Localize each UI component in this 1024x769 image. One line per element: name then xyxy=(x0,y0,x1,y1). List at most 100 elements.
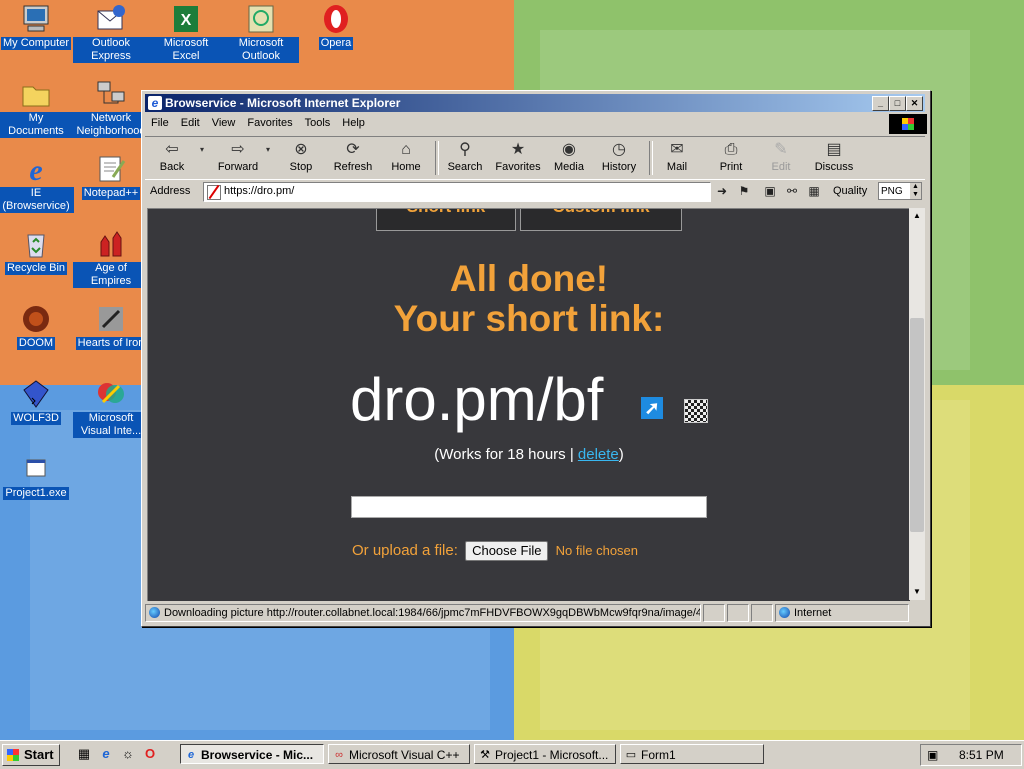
start-button[interactable]: Start xyxy=(2,744,60,766)
url-textarea[interactable] xyxy=(351,496,707,518)
favorites-button[interactable]: ★ Favorites xyxy=(491,139,545,177)
menu-favorites[interactable]: Favorites xyxy=(241,114,298,133)
desktop-icon-opera[interactable]: Opera xyxy=(298,3,374,50)
edit-icon: ✎ xyxy=(774,141,788,158)
custom-link-tab[interactable]: Custom link xyxy=(520,209,682,231)
status-text: Downloading picture http://router.collab… xyxy=(145,604,701,622)
svg-text:e: e xyxy=(29,154,42,185)
desktop-icon-network[interactable]: Network Neighborhood xyxy=(73,78,149,138)
back-arrow-icon: ⇦ xyxy=(165,141,179,158)
close-button[interactable]: ✕ xyxy=(906,96,923,111)
spinner-arrows-icon[interactable]: ▲ ▼ xyxy=(910,183,921,199)
desktop-icon-excel[interactable]: X Microsoft Excel xyxy=(148,3,224,63)
desktop-icon-my-documents[interactable]: My Documents xyxy=(0,78,74,138)
desktop-icon-ie[interactable]: e IE (Browservice) xyxy=(0,153,74,213)
desktop-icon-recycle-bin[interactable]: Recycle Bin xyxy=(0,228,74,275)
address-bar: Address ➜ ⚑ ▣ ⚯ ▦ Quality PNG ▲▼ xyxy=(145,181,925,203)
menu-view[interactable]: View xyxy=(206,114,242,133)
scroll-up-icon[interactable]: ▲ xyxy=(909,208,925,224)
heading-line-1: All done! xyxy=(449,258,609,299)
maximize-button[interactable]: □ xyxy=(889,96,906,111)
heading-line-2: Your short link: xyxy=(393,298,665,339)
minimize-button[interactable]: _ xyxy=(872,96,889,111)
desktop-icon-wolf3d[interactable]: WOLF3D xyxy=(0,378,74,425)
desktop-icon-hearts-of-iron[interactable]: Hearts of Iron xyxy=(73,303,149,350)
vertical-scrollbar[interactable]: ▲ ▼ xyxy=(909,208,925,600)
task-form1[interactable]: ▭ Form1 xyxy=(620,744,764,764)
scroll-thumb[interactable] xyxy=(910,318,924,532)
back-button[interactable]: ⇦ Back xyxy=(149,139,195,177)
no-file-label: No file chosen xyxy=(555,543,639,558)
desktop-icon-visual-studio[interactable]: Microsoft Visual Inte... xyxy=(73,378,149,438)
history-button[interactable]: ◷ History xyxy=(597,139,641,177)
ie-quicklaunch-icon[interactable]: e xyxy=(98,746,114,762)
system-tray: ▣ 8:51 PM xyxy=(920,744,1022,766)
scroll-down-icon[interactable]: ▼ xyxy=(909,584,925,600)
my-computer-icon xyxy=(20,3,52,35)
visual-studio-icon xyxy=(95,378,127,410)
delete-link[interactable]: delete xyxy=(578,446,619,463)
outlook-icon xyxy=(245,3,277,35)
favorites-icon: ★ xyxy=(510,141,526,158)
recycle-bin-icon xyxy=(20,228,52,260)
find-icon[interactable]: ⚯ xyxy=(783,183,801,199)
hearts-of-iron-icon xyxy=(95,303,127,335)
desktop-icon-doom[interactable]: DOOM xyxy=(0,303,74,350)
short-link-text[interactable]: dro.pm/bf xyxy=(350,365,603,435)
desktop-icon-outlook-express[interactable]: Outlook Express xyxy=(73,3,149,63)
clipboard-icon[interactable]: ▦ xyxy=(805,183,823,199)
menu-tools[interactable]: Tools xyxy=(299,114,337,133)
channels-icon[interactable]: ☼ xyxy=(120,746,136,762)
toolbar-separator xyxy=(435,141,439,175)
forward-button[interactable]: ⇨ Forward xyxy=(211,139,265,177)
menu-edit[interactable]: Edit xyxy=(175,114,206,133)
task-browservice[interactable]: e Browservice - Mic... xyxy=(180,744,324,764)
refresh-button[interactable]: ⟳ Refresh xyxy=(330,139,376,177)
view-source-icon[interactable]: ▣ xyxy=(761,183,779,199)
short-link-tab[interactable]: Short link xyxy=(376,209,516,231)
home-button[interactable]: ⌂ Home xyxy=(385,139,427,177)
desktop-icon-age-of-empires[interactable]: Age of Empires xyxy=(73,228,149,288)
title-bar[interactable]: e Browservice - Microsoft Internet Explo… xyxy=(145,94,925,112)
show-desktop-icon[interactable]: ▦ xyxy=(76,746,92,762)
back-dropdown[interactable]: ▾ xyxy=(197,139,207,177)
task-visual-cpp[interactable]: ∞ Microsoft Visual C++ xyxy=(328,744,470,764)
menu-file[interactable]: File xyxy=(145,114,175,133)
stop-button[interactable]: ⊗ Stop xyxy=(281,139,321,177)
stop-icon: ⊗ xyxy=(294,141,308,158)
desktop-icon-outlook[interactable]: Microsoft Outlook xyxy=(223,3,299,63)
opera-quicklaunch-icon[interactable]: O xyxy=(142,746,158,762)
forward-dropdown[interactable]: ▾ xyxy=(263,139,273,177)
bookmark-icon[interactable]: ⚑ xyxy=(735,183,753,199)
age-of-empires-icon xyxy=(95,228,127,260)
edit-button[interactable]: ✎ Edit xyxy=(763,139,799,177)
outlook-express-icon xyxy=(95,3,127,35)
desktop-icon-project1[interactable]: Project1.exe xyxy=(0,453,74,500)
folder-icon xyxy=(20,78,52,110)
choose-file-button[interactable]: Choose File xyxy=(465,541,549,562)
quality-select[interactable]: PNG ▲ ▼ xyxy=(878,182,922,200)
print-button[interactable]: ⎙ Print xyxy=(711,139,751,177)
desktop-icon-my-computer[interactable]: My Computer xyxy=(0,3,74,50)
exe-icon xyxy=(20,453,52,485)
media-icon: ◉ xyxy=(562,141,576,158)
go-arrow-icon[interactable]: ➜ xyxy=(713,183,731,199)
taskbar: Start ▦ e ☼ O e Browservice - Mic... ∞ Mic… xyxy=(0,740,1024,769)
task-project1[interactable]: ⚒ Project1 - Microsoft... xyxy=(474,744,616,764)
qr-code-icon[interactable] xyxy=(684,399,708,423)
search-button[interactable]: ⚲ Search xyxy=(443,139,487,177)
mail-button[interactable]: ✉ Mail xyxy=(659,139,695,177)
tray-app-icon[interactable]: ▣ xyxy=(927,745,938,765)
internet-globe-icon xyxy=(779,607,790,618)
discuss-button[interactable]: ▤ Discuss xyxy=(811,139,857,177)
media-button[interactable]: ◉ Media xyxy=(549,139,589,177)
print-icon: ⎙ xyxy=(724,141,738,158)
clock[interactable]: 8:51 PM xyxy=(959,745,1004,765)
desktop-icon-notepad[interactable]: Notepad++ xyxy=(73,153,149,200)
menu-help[interactable]: Help xyxy=(336,114,371,133)
visual-studio-icon: ∞ xyxy=(335,749,343,761)
external-link-icon[interactable]: ➚ xyxy=(641,397,663,419)
address-input[interactable] xyxy=(224,184,704,198)
ie-icon: e xyxy=(20,153,52,187)
wolf3d-icon xyxy=(20,378,52,410)
